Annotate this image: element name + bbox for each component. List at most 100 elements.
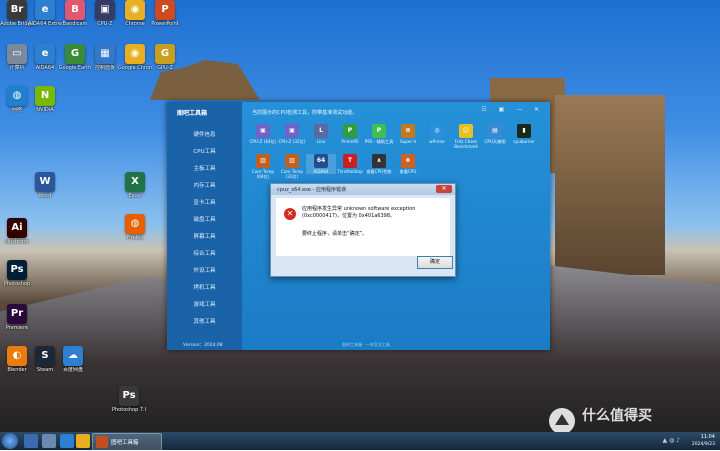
desktop-icon[interactable]: e AIDA64 xyxy=(28,44,62,78)
ok-button[interactable]: 确定 xyxy=(417,256,453,269)
toolbox-taskbar-icon xyxy=(96,436,108,448)
error-dialog[interactable]: cpuz_x64.exe - 应用程序错误 ✕ ✕ 应用程序发生异常 unkno… xyxy=(270,183,456,277)
tool-item[interactable]: ▣ CPU-Z (64位) xyxy=(248,124,278,144)
desktop-icon[interactable]: G GPU-Z xyxy=(148,44,182,78)
tool-item[interactable]: ◎ wPrime xyxy=(422,124,452,144)
clock-date[interactable]: 2024/9/23 xyxy=(692,442,715,447)
tool-item[interactable]: P P95 · 辅助工具 xyxy=(364,124,394,144)
tool-item[interactable]: π Super π xyxy=(393,124,423,144)
desktop-icon[interactable]: ◍ Firefox xyxy=(118,214,152,248)
tool-icon: ▥ xyxy=(285,154,299,168)
tool-label: cpuburner xyxy=(513,139,535,144)
tool-item[interactable]: ▮ cpuburner xyxy=(509,124,539,144)
sidebar-item[interactable]: 游戏工具 xyxy=(167,300,242,308)
sidebar-item[interactable]: 烤机工具 xyxy=(167,283,242,291)
desktop-icon[interactable]: ◉Google Chrome xyxy=(118,44,152,78)
tool-icon: T xyxy=(343,154,357,168)
tool-icon: ☺ xyxy=(459,124,473,138)
clock-time[interactable]: 11:04 xyxy=(701,434,715,440)
app-icon: X xyxy=(125,172,145,192)
app-icon: Pr xyxy=(7,304,27,324)
tool-item[interactable]: ☺ Fritz Chess Benchmark xyxy=(451,124,481,149)
app-icon: e xyxy=(35,44,55,64)
tool-label: 查看CPU xyxy=(399,169,417,174)
start-button[interactable] xyxy=(2,433,18,449)
app-icon: ◉ xyxy=(125,44,145,64)
desktop-icon[interactable]: G Google Earth xyxy=(58,44,92,78)
desktop-icon[interactable]: ☁ 百度网盘 xyxy=(56,346,90,380)
app-icon: N xyxy=(35,86,55,106)
sidebar-item[interactable]: 内存工具 xyxy=(167,181,242,189)
desktop-icon-label: PowerPoint xyxy=(151,21,179,27)
tool-item[interactable]: ∧ 查看CPU性能 xyxy=(364,154,394,174)
tool-item[interactable]: P Prime95 xyxy=(335,124,365,144)
desktop-icon-label: Google Earth xyxy=(58,65,92,71)
desktop-icon[interactable]: ▣ CPU-Z xyxy=(88,0,122,34)
tool-label: CPU-Z (64位) xyxy=(249,139,277,144)
tool-item[interactable]: ▤ CPU天梯图 xyxy=(480,124,510,144)
desktop-icon-label: Chrome xyxy=(125,21,145,27)
desktop-icon[interactable]: eAIDA64 Extreme xyxy=(28,0,62,34)
sidebar-item[interactable]: 综合工具 xyxy=(167,249,242,257)
system-tray[interactable]: ▲ ◍ ♪ xyxy=(663,437,681,444)
tool-item[interactable]: ❀ 查看CPU xyxy=(393,154,423,174)
taskbar-explorer-icon[interactable] xyxy=(24,434,38,448)
tool-label: wPrime xyxy=(429,139,445,144)
desktop-icon-label: Word xyxy=(38,193,52,199)
desktop-icon-label: AIDA64 Extreme xyxy=(28,21,62,27)
tool-icon: ▣ xyxy=(285,124,299,138)
window-controls[interactable]: ☷ ▣ — ✕ xyxy=(481,106,544,113)
tool-label: 查看CPU性能 xyxy=(366,169,392,174)
app-icon: ▭ xyxy=(7,44,27,64)
desktop-icon[interactable]: X Excel xyxy=(118,172,152,206)
app-icon: ☁ xyxy=(63,346,83,366)
tool-item[interactable]: L Linx xyxy=(306,124,336,144)
tool-label: ThrottleStop xyxy=(337,169,363,174)
desktop-icon[interactable]: Pr Premiere xyxy=(0,304,34,338)
desktop-icon-label: 控制面板 xyxy=(94,65,115,71)
desktop-icon[interactable]: ▦ 控制面板 xyxy=(88,44,122,78)
sidebar-item[interactable]: 显卡工具 xyxy=(167,198,242,206)
tool-icon: 64 xyxy=(314,154,328,168)
taskbar-chrome-icon[interactable] xyxy=(76,434,90,448)
app-icon: ◍ xyxy=(125,214,145,234)
taskbar-item-toolbox[interactable]: 图吧工具箱 xyxy=(92,433,162,451)
sidebar-item[interactable]: 主板工具 xyxy=(167,164,242,172)
desktop-icon[interactable]: W Word xyxy=(28,172,62,206)
tool-label: Linx xyxy=(316,139,326,144)
tool-icon: ▥ xyxy=(256,154,270,168)
sidebar-item[interactable]: 其他工具 xyxy=(167,317,242,325)
desktop-icon[interactable]: B Bandicam xyxy=(58,0,92,34)
sidebar-item[interactable]: 硬件信息 xyxy=(167,130,242,138)
taskbar: 图吧工具箱 ▲ ◍ ♪ 11:04 2024/9/23 xyxy=(0,432,720,451)
wall-tower-big xyxy=(555,95,665,275)
tool-label: CPU天梯图 xyxy=(484,139,506,144)
tool-item[interactable]: ▥ Core Temp (64位) xyxy=(248,154,278,179)
app-icon: ▦ xyxy=(95,44,115,64)
desktop-icon[interactable]: ◉ Chrome xyxy=(118,0,152,34)
desktop-icon[interactable]: Ps Photoshop 7.0 xyxy=(112,386,146,420)
dialog-close-button[interactable]: ✕ xyxy=(436,185,452,193)
sidebar-item[interactable]: 外设工具 xyxy=(167,266,242,274)
sidebar-item[interactable]: 磁盘工具 xyxy=(167,215,242,223)
app-icon: G xyxy=(65,44,85,64)
tool-icon: ◎ xyxy=(430,124,444,138)
sidebar-item[interactable]: 屏幕工具 xyxy=(167,232,242,240)
desktop-icon[interactable]: P PowerPoint xyxy=(148,0,182,34)
desktop-icon-label: Illustrator xyxy=(4,239,30,245)
tool-icon: ❀ xyxy=(401,154,415,168)
taskbar-ie-icon[interactable] xyxy=(60,434,74,448)
desktop-icon[interactable]: Ps Photoshop xyxy=(0,260,34,294)
taskbar-item-label: 图吧工具箱 xyxy=(111,440,139,446)
desktop-icon[interactable]: N NVIDIA xyxy=(28,86,62,120)
desktop-icon-label: Premiere xyxy=(5,325,29,331)
dialog-titlebar[interactable]: cpuz_x64.exe - 应用程序错误 ✕ xyxy=(271,184,455,195)
tool-item[interactable]: 64 AIDA64 xyxy=(306,154,336,174)
tool-item[interactable]: ▣ CPU-Z (32位) xyxy=(277,124,307,144)
sidebar-item[interactable]: CPU工具 xyxy=(167,147,242,155)
app-icon: Br xyxy=(7,0,27,20)
desktop-icon[interactable]: Ai Illustrator xyxy=(0,218,34,252)
taskbar-media-icon[interactable] xyxy=(42,434,56,448)
tool-item[interactable]: ▥ Core Temp (32位) xyxy=(277,154,307,179)
tool-item[interactable]: T ThrottleStop xyxy=(335,154,365,174)
